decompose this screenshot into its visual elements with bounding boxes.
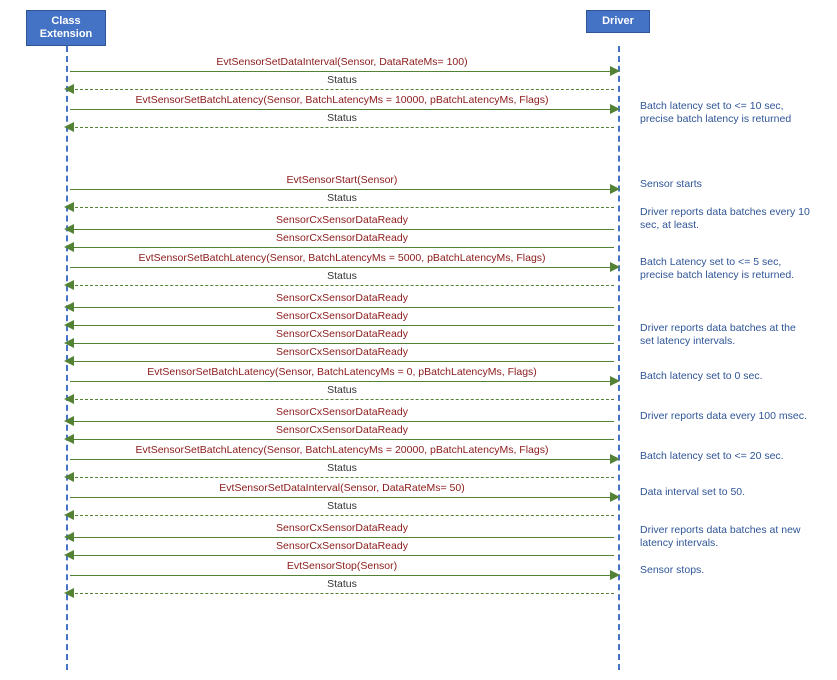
message-line (70, 361, 614, 362)
message-line (70, 325, 614, 326)
actor-class-extension: ClassExtension (26, 10, 106, 46)
arrow-left-icon (64, 434, 74, 444)
message-line (70, 285, 614, 286)
arrow-right-icon (610, 454, 620, 464)
note: Driver reports data batches every 10 sec… (640, 206, 810, 232)
arrow-right-icon (610, 570, 620, 580)
message-row: Status (66, 390, 618, 408)
message-label: EvtSensorSetDataInterval(Sensor, DataRat… (66, 56, 618, 68)
message-line (70, 207, 614, 208)
message-row: SensorCxSensorDataReady (66, 238, 618, 256)
arrow-left-icon (64, 320, 74, 330)
arrow-left-icon (64, 84, 74, 94)
note: Driver reports data batches at new laten… (640, 524, 810, 550)
arrow-left-icon (64, 356, 74, 366)
arrow-left-icon (64, 472, 74, 482)
arrow-right-icon (610, 262, 620, 272)
actor-driver: Driver (586, 10, 650, 33)
message-line (70, 127, 614, 128)
message-row: SensorCxSensorDataReady (66, 352, 618, 370)
message-line (70, 189, 614, 190)
arrow-left-icon (64, 242, 74, 252)
message-row: SensorCxSensorDataReady (66, 298, 618, 316)
message-row: Status (66, 118, 618, 136)
message-line (70, 515, 614, 516)
message-row: EvtSensorStop(Sensor) (66, 566, 618, 584)
arrow-right-icon (610, 376, 620, 386)
arrow-left-icon (64, 280, 74, 290)
message-row: EvtSensorSetDataInterval(Sensor, DataRat… (66, 62, 618, 80)
message-text: EvtSensorStart(Sensor) (283, 174, 402, 186)
sequence-diagram: ClassExtension Driver EvtSensorSetDataIn… (10, 10, 827, 670)
message-text: EvtSensorSetDataInterval(Sensor, DataRat… (212, 56, 471, 68)
message-line (70, 555, 614, 556)
note: Data interval set to 50. (640, 486, 810, 499)
actor-left-label: ClassExtension (40, 15, 93, 40)
note: Batch latency set to <= 10 sec, precise … (640, 100, 810, 126)
message-row: EvtSensorSetBatchLatency(Sensor, BatchLa… (66, 100, 618, 118)
note: Sensor stops. (640, 564, 810, 577)
message-line (70, 477, 614, 478)
message-line (70, 593, 614, 594)
arrow-left-icon (64, 550, 74, 560)
note: Batch Latency set to <= 5 sec, precise b… (640, 256, 810, 282)
message-row: Status (66, 506, 618, 524)
arrow-right-icon (610, 104, 620, 114)
message-line (70, 497, 614, 498)
note: Driver reports data batches at the set l… (640, 322, 810, 348)
arrow-right-icon (610, 492, 620, 502)
message-row: SensorCxSensorDataReady (66, 334, 618, 352)
arrow-left-icon (64, 532, 74, 542)
message-row: SensorCxSensorDataReady (66, 546, 618, 564)
arrow-left-icon (64, 588, 74, 598)
message-line (70, 71, 614, 72)
message-line (70, 459, 614, 460)
message-line (70, 537, 614, 538)
note: Batch latency set to <= 20 sec. (640, 450, 810, 463)
message-line (70, 247, 614, 248)
arrow-left-icon (64, 416, 74, 426)
message-line (70, 343, 614, 344)
message-row: Status (66, 80, 618, 98)
message-row: SensorCxSensorDataReady (66, 528, 618, 546)
message-row: SensorCxSensorDataReady (66, 220, 618, 238)
message-row: Status (66, 276, 618, 294)
message-line (70, 381, 614, 382)
message-row: SensorCxSensorDataReady (66, 316, 618, 334)
message-line (70, 89, 614, 90)
arrow-right-icon (610, 184, 620, 194)
message-line (70, 109, 614, 110)
message-line (70, 421, 614, 422)
message-row: SensorCxSensorDataReady (66, 412, 618, 430)
arrow-left-icon (64, 224, 74, 234)
arrow-right-icon (610, 66, 620, 76)
message-line (70, 307, 614, 308)
message-row: SensorCxSensorDataReady (66, 430, 618, 448)
message-line (70, 399, 614, 400)
arrow-left-icon (64, 302, 74, 312)
message-line (70, 229, 614, 230)
note: Driver reports data every 100 msec. (640, 410, 810, 423)
message-row: Status (66, 584, 618, 602)
message-row: Status (66, 198, 618, 216)
message-row: Status (66, 468, 618, 486)
actor-right-label: Driver (602, 15, 634, 27)
message-row: EvtSensorSetDataInterval(Sensor, DataRat… (66, 488, 618, 506)
arrow-left-icon (64, 202, 74, 212)
message-row: EvtSensorSetBatchLatency(Sensor, BatchLa… (66, 258, 618, 276)
note: Sensor starts (640, 178, 810, 191)
arrow-left-icon (64, 338, 74, 348)
arrow-left-icon (64, 394, 74, 404)
arrow-left-icon (64, 122, 74, 132)
message-line (70, 439, 614, 440)
message-row: EvtSensorSetBatchLatency(Sensor, BatchLa… (66, 450, 618, 468)
note: Batch latency set to 0 sec. (640, 370, 810, 383)
message-line (70, 267, 614, 268)
message-label: EvtSensorStart(Sensor) (66, 174, 618, 186)
message-row: EvtSensorSetBatchLatency(Sensor, BatchLa… (66, 372, 618, 390)
arrow-left-icon (64, 510, 74, 520)
message-line (70, 575, 614, 576)
message-row: EvtSensorStart(Sensor) (66, 180, 618, 198)
